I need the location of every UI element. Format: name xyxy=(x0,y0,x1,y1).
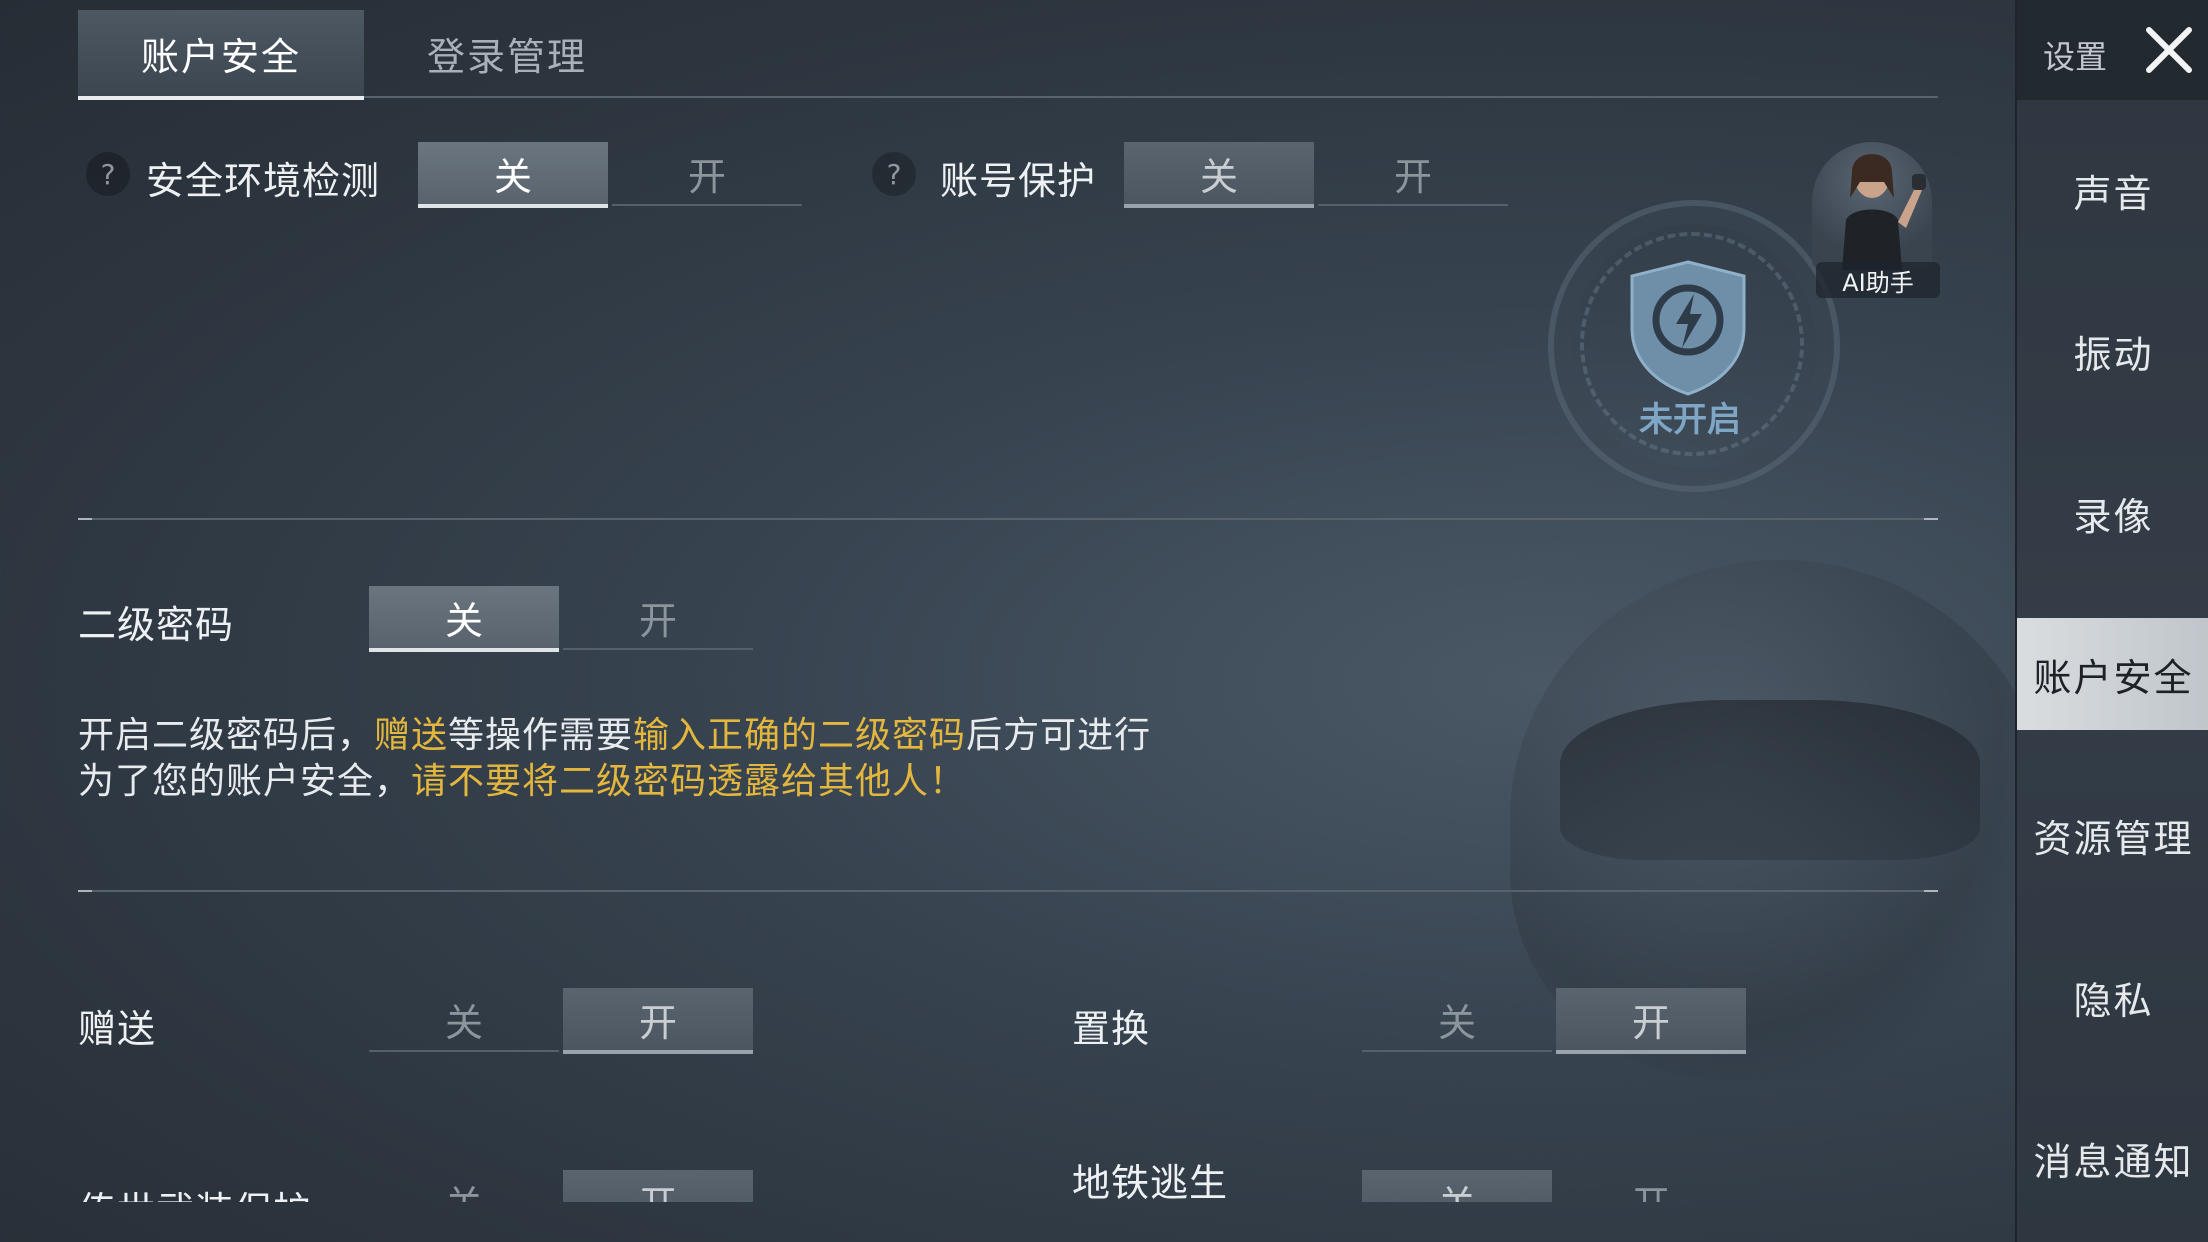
shield-lightning-icon xyxy=(1630,260,1746,396)
metro-toggle: 关 开 xyxy=(1362,1170,1750,1202)
second-password-desc-line2: 为了您的账户安全，请不要将二级密码透露给其他人！ xyxy=(78,752,966,804)
desc-text: 等操作需要 xyxy=(448,715,634,756)
ai-helper-character-icon xyxy=(1842,154,1926,270)
section-divider-2 xyxy=(78,890,1938,892)
account-protect-off-option[interactable]: 关 xyxy=(1124,142,1314,208)
desc-highlight: 请不要将二级密码透露给其他人！ xyxy=(411,761,967,802)
desc-highlight: 赠送 xyxy=(374,715,449,756)
metro-label: 地铁逃生 xyxy=(1072,1161,1229,1202)
settings-main-panel: 账户安全 登录管理 ? 安全环境检测 关 开 ? 账号保护 关 开 未开启 AI… xyxy=(0,0,2050,1242)
account-protect-help-icon[interactable]: ? xyxy=(872,152,916,196)
settings-sidebar: 设置 声音 振动 录像 账户安全 资源管理 隐私 消息通知 xyxy=(2015,0,2208,1242)
helmet-visor-art xyxy=(1560,700,1980,860)
security-env-toggle: 关 开 xyxy=(418,142,806,208)
legend-weapon-on-option[interactable]: 开 xyxy=(563,1170,753,1202)
exchange-off-option[interactable]: 关 xyxy=(1362,988,1552,1052)
desc-highlight: 输入正确的二级密码 xyxy=(633,715,967,756)
sidebar-item-sound[interactable]: 声音 xyxy=(2017,134,2208,246)
ai-helper-label[interactable]: AI助手 xyxy=(1816,262,1940,298)
exchange-on-option[interactable]: 开 xyxy=(1556,988,1746,1054)
exchange-toggle: 关 开 xyxy=(1362,988,1750,1054)
security-env-on-option[interactable]: 开 xyxy=(612,142,802,206)
ai-helper-avatar[interactable] xyxy=(1812,142,1932,270)
sidebar-title: 设置 xyxy=(2043,38,2108,76)
sidebar-item-resource-management[interactable]: 资源管理 xyxy=(2017,779,2208,891)
security-env-off-option[interactable]: 关 xyxy=(418,142,608,208)
security-env-help-icon[interactable]: ? xyxy=(86,152,130,196)
security-env-label: 安全环境检测 xyxy=(146,159,381,203)
account-protect-toggle: 关 开 xyxy=(1124,142,1512,208)
sidebar-header: 设置 xyxy=(2017,0,2208,100)
section-divider-1 xyxy=(78,518,1938,520)
account-protect-label: 账号保护 xyxy=(940,159,1097,203)
gift-off-option[interactable]: 关 xyxy=(369,988,559,1052)
metro-off-option[interactable]: 关 xyxy=(1362,1170,1552,1202)
sidebar-item-notifications[interactable]: 消息通知 xyxy=(2017,1102,2208,1214)
bottom-row-clip: 传世武装保护 关 开 地铁逃生 关 开 xyxy=(0,1140,1900,1202)
second-password-off-option[interactable]: 关 xyxy=(369,586,559,652)
gift-label: 赠送 xyxy=(78,1007,157,1051)
second-password-on-option[interactable]: 开 xyxy=(563,586,753,650)
second-password-desc-line1: 开启二级密码后，赠送等操作需要输入正确的二级密码后方可进行 xyxy=(78,706,1151,758)
account-protect-on-option[interactable]: 开 xyxy=(1318,142,1508,206)
top-tab-bar: 账户安全 登录管理 xyxy=(78,10,1938,100)
tab-account-security[interactable]: 账户安全 xyxy=(78,10,364,100)
second-password-toggle: 关 开 xyxy=(369,586,757,652)
gift-toggle: 关 开 xyxy=(369,988,757,1054)
sidebar-item-privacy[interactable]: 隐私 xyxy=(2017,941,2208,1053)
metro-on-option[interactable]: 开 xyxy=(1556,1170,1746,1203)
tab-login-management[interactable]: 登录管理 xyxy=(364,10,650,96)
desc-text: 后方可进行 xyxy=(966,715,1152,756)
legend-weapon-toggle: 关 开 xyxy=(369,1170,757,1202)
second-password-label: 二级密码 xyxy=(78,603,235,647)
legend-weapon-label: 传世武装保护 xyxy=(78,1180,312,1202)
desc-text: 开启二级密码后， xyxy=(78,715,375,756)
close-icon[interactable] xyxy=(2139,20,2199,80)
gift-on-option[interactable]: 开 xyxy=(563,988,753,1054)
legend-weapon-off-option[interactable]: 关 xyxy=(369,1170,559,1203)
sidebar-item-vibration[interactable]: 振动 xyxy=(2017,295,2208,407)
sidebar-item-recording[interactable]: 录像 xyxy=(2017,457,2208,569)
protection-status-text: 未开启 xyxy=(1639,400,1741,440)
exchange-label: 置换 xyxy=(1072,1007,1151,1051)
sidebar-item-account-security[interactable]: 账户安全 xyxy=(2017,618,2208,730)
desc-text: 为了您的账户安全， xyxy=(78,761,412,802)
